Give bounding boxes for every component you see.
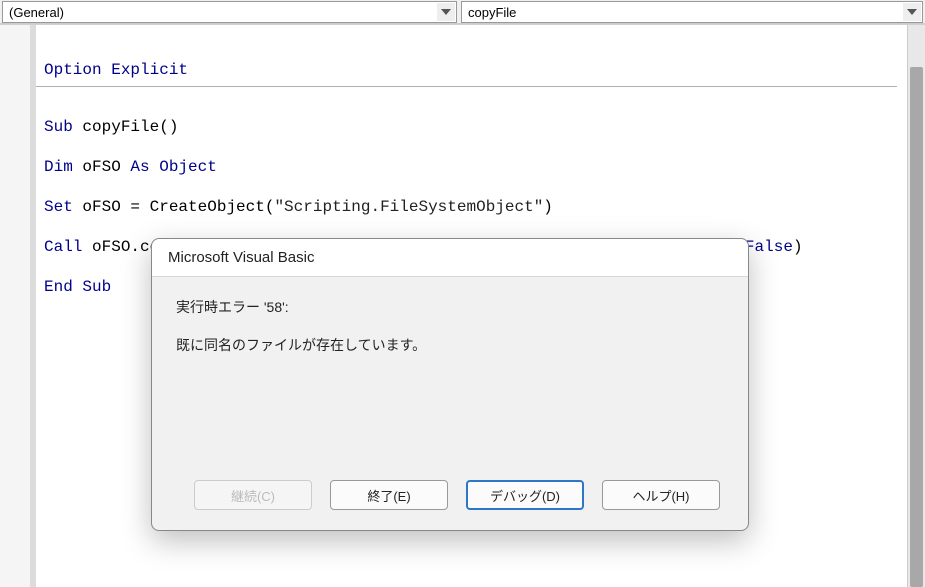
procedure-dropdown[interactable]: copyFile <box>461 1 923 23</box>
continue-button: 継続(C) <box>194 480 312 510</box>
scrollbar-thumb[interactable] <box>910 67 923 587</box>
end-button[interactable]: 終了(E) <box>330 480 448 510</box>
help-button[interactable]: ヘルプ(H) <box>602 480 720 510</box>
code-text: End Sub <box>44 278 111 296</box>
object-dropdown-value: (General) <box>9 5 64 20</box>
top-dropdown-bar: (General) copyFile <box>0 0 925 24</box>
code-text: oFSO = CreateObject( <box>73 198 275 216</box>
code-text: Sub <box>44 118 73 136</box>
dialog-body: 実行時エラー '58': 既に同名のファイルが存在しています。 <box>152 277 748 466</box>
code-text: Set <box>44 198 73 216</box>
debug-button[interactable]: デバッグ(D) <box>466 480 584 510</box>
error-dialog: Microsoft Visual Basic 実行時エラー '58': 既に同名… <box>151 238 749 531</box>
object-dropdown[interactable]: (General) <box>2 1 457 23</box>
vertical-scrollbar[interactable] <box>907 25 925 587</box>
chevron-down-icon <box>437 3 455 21</box>
code-text: copyFile() <box>73 118 179 136</box>
code-text: "Scripting.FileSystemObject" <box>274 198 543 216</box>
procedure-dropdown-value: copyFile <box>468 5 516 20</box>
code-text: ) <box>793 238 803 256</box>
code-text: As Object <box>130 158 216 176</box>
code-text: Call <box>44 238 82 256</box>
error-code-line: 実行時エラー '58': <box>176 297 724 317</box>
error-message: 既に同名のファイルが存在しています。 <box>176 335 724 355</box>
code-text: oFSO <box>73 158 131 176</box>
margin-indicator-bar <box>0 25 36 587</box>
code-text: Option Explicit <box>44 61 188 79</box>
code-text: Dim <box>44 158 73 176</box>
chevron-down-icon <box>903 3 921 21</box>
dialog-title: Microsoft Visual Basic <box>152 239 748 277</box>
code-text: False <box>745 238 793 256</box>
dialog-button-row: 継続(C) 終了(E) デバッグ(D) ヘルプ(H) <box>170 466 748 530</box>
separator-rule <box>36 86 897 87</box>
code-text: ) <box>543 198 553 216</box>
